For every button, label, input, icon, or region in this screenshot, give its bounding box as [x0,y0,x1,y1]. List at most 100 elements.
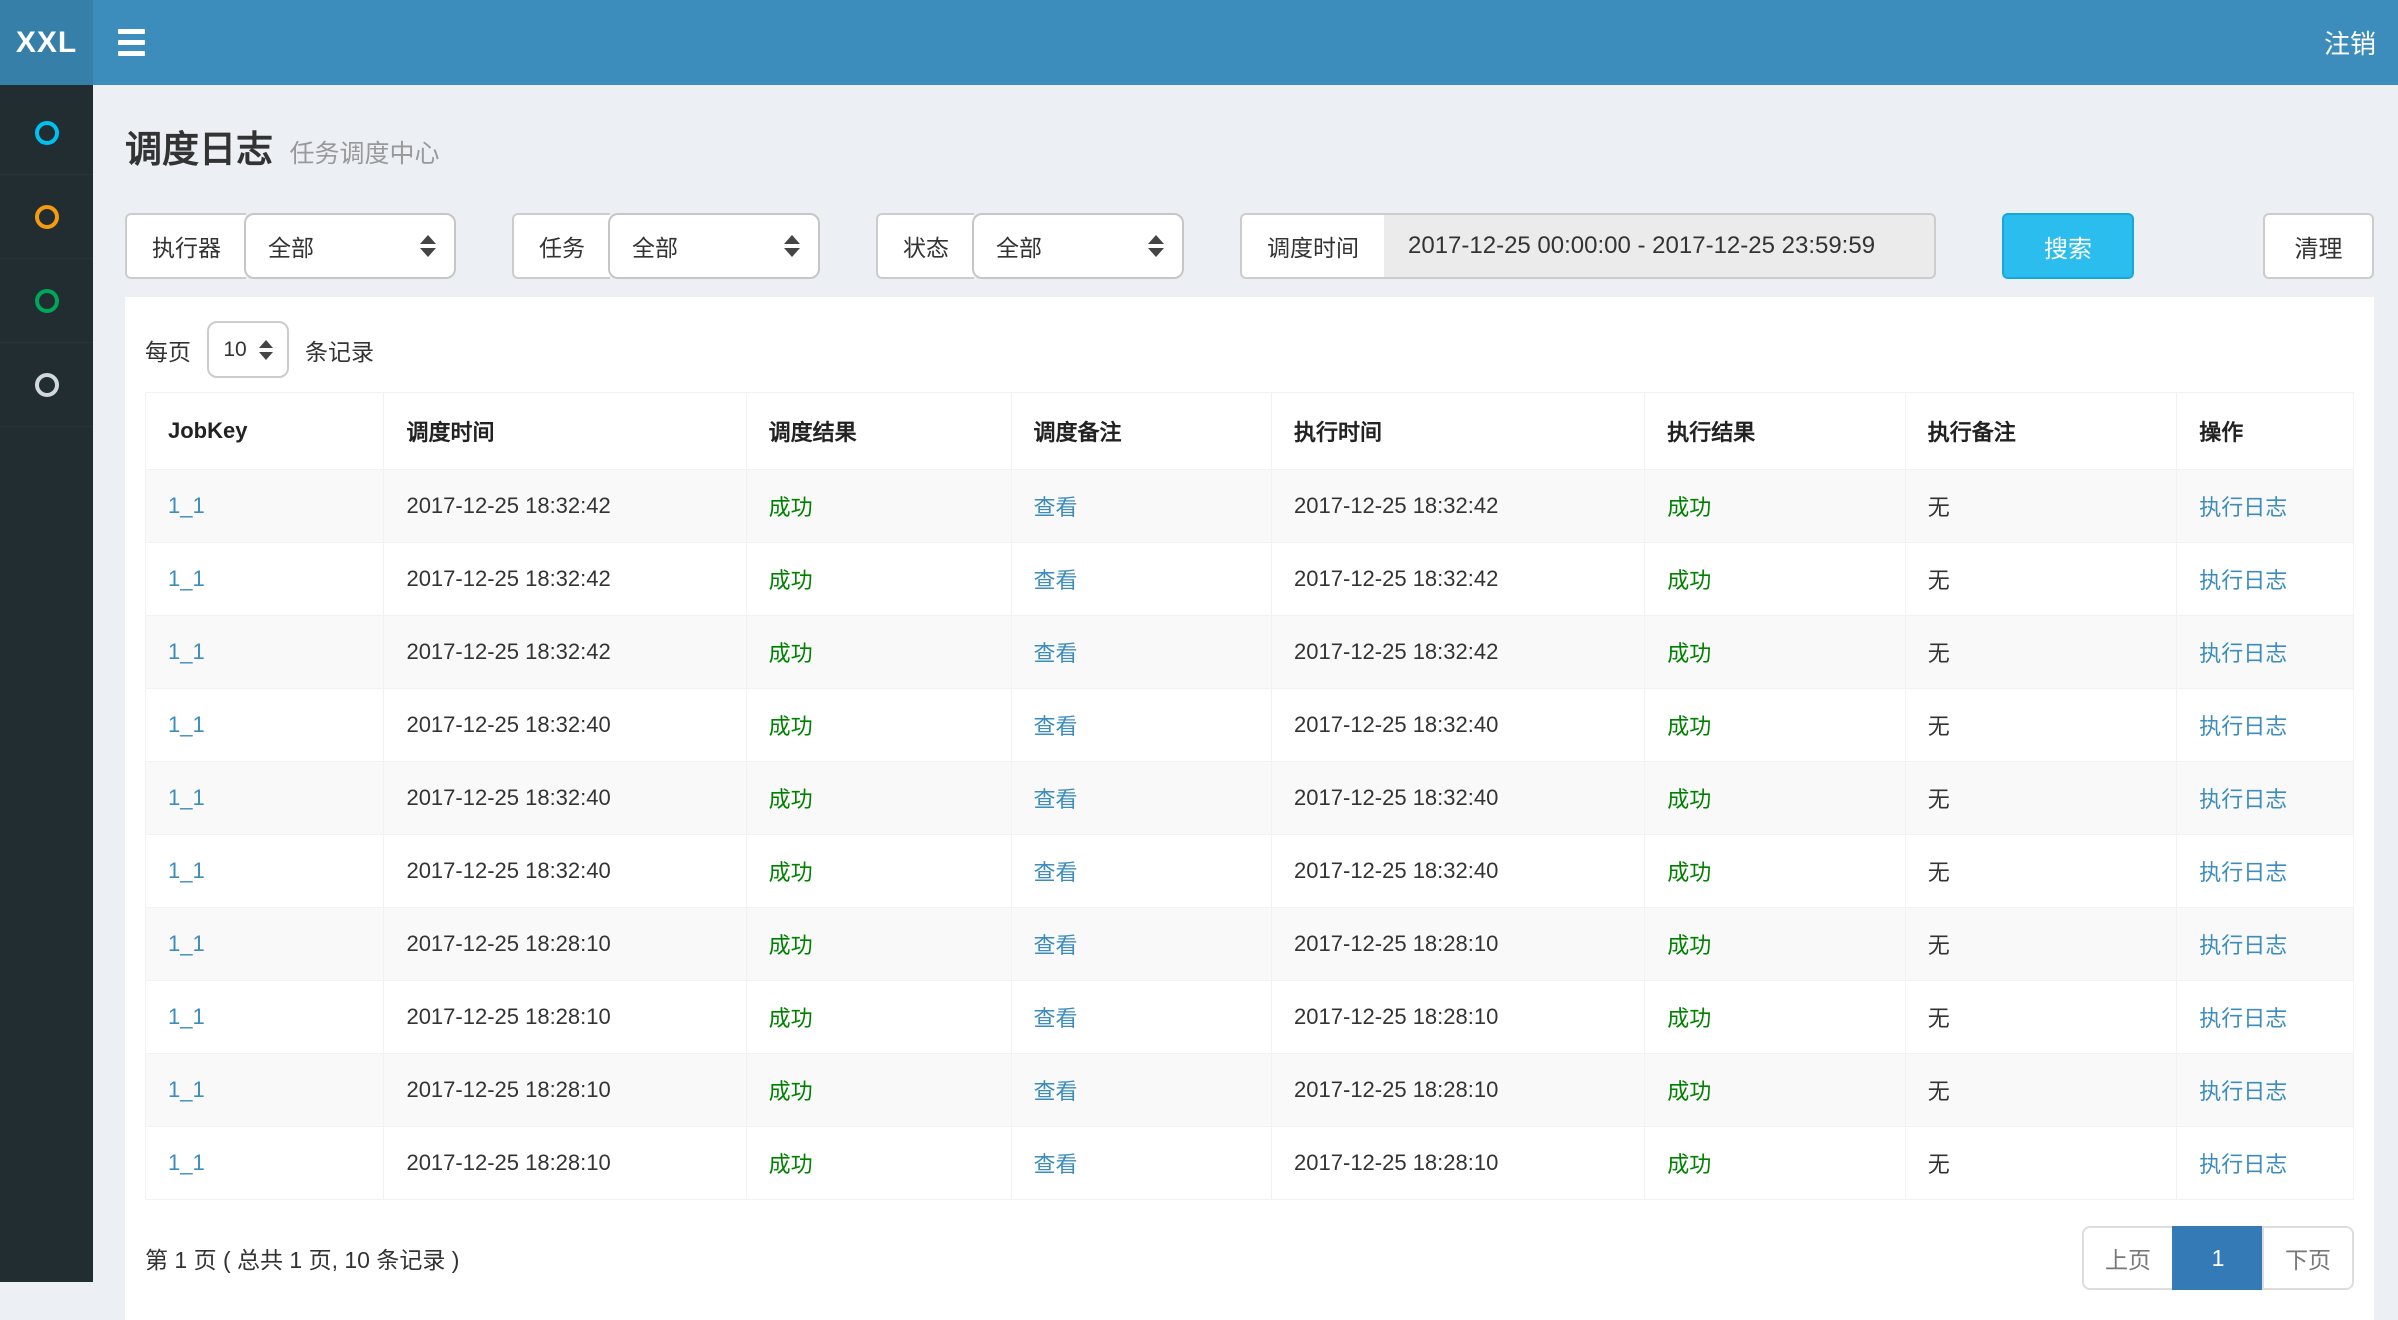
sched-time-cell: 2017-12-25 18:28:10 [384,908,746,981]
exec-log-link-cell: 执行日志 [2177,981,2354,1054]
hamburger-icon [118,40,145,45]
sched-remark-view-link-cell: 查看 [1011,616,1272,689]
jobkey-link[interactable]: 1_1 [168,566,205,591]
exec-log-link[interactable]: 执行日志 [2199,641,2287,666]
sidebar-toggle-button[interactable] [93,0,169,85]
exec-result-cell: 成功 [1645,689,1906,762]
sched-remark-view-link[interactable]: 查看 [1034,860,1078,885]
exec-log-link-cell: 执行日志 [2177,1127,2354,1200]
exec-time-cell: 2017-12-25 18:32:42 [1272,543,1645,616]
sched-result-cell: 成功 [746,1054,1011,1127]
exec-log-link[interactable]: 执行日志 [2199,933,2287,958]
jobkey-link-cell: 1_1 [146,470,384,543]
exec-log-link[interactable]: 执行日志 [2199,714,2287,739]
column-header-5: 执行时间 [1272,393,1645,470]
exec-time-cell: 2017-12-25 18:28:10 [1272,1054,1645,1127]
circle-outline-icon [35,121,59,145]
current-page-button[interactable]: 1 [2172,1226,2264,1290]
circle-outline-icon [35,205,59,229]
jobkey-link-cell: 1_1 [146,1127,384,1200]
sidebar-item-2[interactable] [0,175,93,259]
exec-remark-cell: 无 [1905,616,2177,689]
exec-log-link[interactable]: 执行日志 [2199,495,2287,520]
jobkey-link[interactable]: 1_1 [168,931,205,956]
clear-button[interactable]: 清理 [2263,213,2374,279]
status-select-value: 全部 [996,229,1148,263]
search-button[interactable]: 搜索 [2002,213,2134,279]
sched-remark-view-link[interactable]: 查看 [1034,1006,1078,1031]
sched-remark-view-link[interactable]: 查看 [1034,787,1078,812]
sched-time-cell: 2017-12-25 18:28:10 [384,1054,746,1127]
circle-outline-icon [35,373,59,397]
hamburger-icon [118,29,145,34]
sidebar-item-3[interactable] [0,259,93,343]
sched-remark-view-link[interactable]: 查看 [1034,641,1078,666]
exec-time-cell: 2017-12-25 18:28:10 [1272,1127,1645,1200]
page-title: 调度日志 [125,129,273,170]
jobkey-link-cell: 1_1 [146,762,384,835]
exec-time-cell: 2017-12-25 18:32:42 [1272,470,1645,543]
next-page-button[interactable]: 下页 [2262,1226,2354,1290]
exec-remark-cell: 无 [1905,470,2177,543]
exec-result-cell: 成功 [1645,762,1906,835]
time-filter-label: 调度时间 [1240,213,1384,279]
time-filter-group: 调度时间 2017-12-25 00:00:00 - 2017-12-25 23… [1240,213,1936,279]
sched-remark-view-link[interactable]: 查看 [1034,1152,1078,1177]
status-select[interactable]: 全部 [972,213,1184,279]
exec-log-link[interactable]: 执行日志 [2199,860,2287,885]
jobkey-link[interactable]: 1_1 [168,493,205,518]
sched-remark-view-link[interactable]: 查看 [1034,933,1078,958]
jobkey-link[interactable]: 1_1 [168,1150,205,1175]
main-content: 调度日志 任务调度中心 执行器 全部 任务 全部 状态 全部 调度时间 [93,85,2398,1282]
sched-remark-view-link[interactable]: 查看 [1034,495,1078,520]
sched-time-cell: 2017-12-25 18:28:10 [384,981,746,1054]
select-arrows-icon [1148,235,1164,257]
log-panel: 每页 10 条记录 JobKey调度时间调度结果调度备注执行时间执行结果执行备注… [125,297,2374,1320]
sidebar [0,85,93,1282]
prev-page-button[interactable]: 上页 [2082,1226,2174,1290]
exec-log-link-cell: 执行日志 [2177,616,2354,689]
sched-remark-view-link[interactable]: 查看 [1034,1079,1078,1104]
sched-remark-view-link[interactable]: 查看 [1034,568,1078,593]
jobkey-link[interactable]: 1_1 [168,1004,205,1029]
jobkey-link-cell: 1_1 [146,981,384,1054]
page-header: 调度日志 任务调度中心 [125,119,2374,173]
exec-log-link[interactable]: 执行日志 [2199,787,2287,812]
table-row: 1_12017-12-25 18:32:42成功查看2017-12-25 18:… [146,470,2354,543]
jobkey-link[interactable]: 1_1 [168,1077,205,1102]
logout-link[interactable]: 注销 [2302,0,2398,85]
sched-result-cell: 成功 [746,616,1011,689]
exec-log-link[interactable]: 执行日志 [2199,1152,2287,1177]
exec-log-link[interactable]: 执行日志 [2199,568,2287,593]
column-header-1: JobKey [146,393,384,470]
jobkey-link[interactable]: 1_1 [168,785,205,810]
log-table-body: 1_12017-12-25 18:32:42成功查看2017-12-25 18:… [146,470,2354,1200]
table-footer: 第 1 页 ( 总共 1 页, 10 条记录 ) 上页 1 下页 [145,1226,2354,1290]
jobkey-link[interactable]: 1_1 [168,712,205,737]
sched-result-cell: 成功 [746,543,1011,616]
table-row: 1_12017-12-25 18:28:10成功查看2017-12-25 18:… [146,908,2354,981]
job-select[interactable]: 全部 [608,213,820,279]
executor-select[interactable]: 全部 [244,213,456,279]
jobkey-link[interactable]: 1_1 [168,639,205,664]
page-size-select[interactable]: 10 [207,321,289,378]
jobkey-link-cell: 1_1 [146,689,384,762]
exec-remark-cell: 无 [1905,1127,2177,1200]
exec-log-link[interactable]: 执行日志 [2199,1079,2287,1104]
exec-remark-cell: 无 [1905,981,2177,1054]
exec-time-cell: 2017-12-25 18:32:40 [1272,762,1645,835]
sched-remark-view-link[interactable]: 查看 [1034,714,1078,739]
jobkey-link[interactable]: 1_1 [168,858,205,883]
exec-log-link-cell: 执行日志 [2177,470,2354,543]
sidebar-item-1[interactable] [0,91,93,175]
exec-log-link-cell: 执行日志 [2177,689,2354,762]
log-table-header-row: JobKey调度时间调度结果调度备注执行时间执行结果执行备注操作 [146,393,2354,470]
time-range-input[interactable]: 2017-12-25 00:00:00 - 2017-12-25 23:59:5… [1384,213,1936,279]
page-subtitle: 任务调度中心 [289,140,439,168]
sidebar-item-4[interactable] [0,343,93,427]
app-logo: XXL [0,0,93,85]
table-row: 1_12017-12-25 18:32:40成功查看2017-12-25 18:… [146,689,2354,762]
exec-log-link[interactable]: 执行日志 [2199,1006,2287,1031]
sched-time-cell: 2017-12-25 18:28:10 [384,1127,746,1200]
sched-time-cell: 2017-12-25 18:32:40 [384,689,746,762]
